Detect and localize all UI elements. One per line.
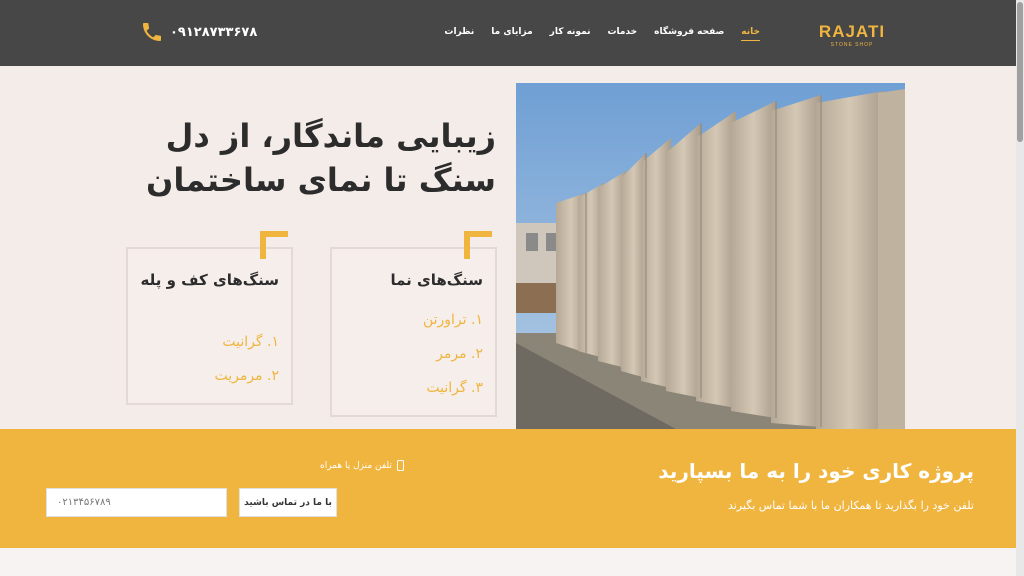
phone-field-label: تلفن منزل یا همراه	[320, 460, 404, 471]
hero-title: زیبایی ماندگار، از دل سنگ تا نمای ساختما…	[146, 117, 496, 199]
logo-main-text: RAJATI	[818, 22, 886, 41]
cta-subtitle: تلفن خود را بگذارید تا همکاران ما با شما…	[727, 499, 974, 512]
nav-item-home[interactable]: خانه	[741, 26, 760, 41]
category-card-facade[interactable]: سنگ‌های نما ۱. تراورتن ۲. مرمر ۳. گرانیت	[330, 231, 497, 417]
list-item[interactable]: ۲. مرمر	[423, 337, 483, 371]
hero-image-stone-slabs	[516, 83, 905, 429]
cta-section: پروژه کاری خود را به ما بسپارید تلفن خود…	[0, 429, 1016, 548]
card-title: سنگ‌های کف و پله	[140, 271, 279, 289]
list-item[interactable]: ۳. گرانیت	[423, 371, 483, 405]
logo[interactable]: RAJATI STONE SHOP	[810, 22, 894, 48]
header-phone[interactable]: ۰۹۱۲۸۷۳۳۶۷۸	[140, 20, 257, 44]
nav-item-advantages[interactable]: مزایای ما	[491, 26, 532, 41]
nav-item-reviews[interactable]: نظرات	[444, 26, 474, 41]
scrollbar[interactable]	[1016, 0, 1024, 576]
nav-item-services[interactable]: خدمات	[607, 26, 637, 41]
mobile-icon	[396, 460, 404, 471]
contact-us-button[interactable]: با ما در تماس باشید	[239, 488, 337, 517]
list-item[interactable]: ۱. تراورتن	[423, 303, 483, 337]
card-list: ۱. گرانیت ۲. مرمریت	[214, 325, 279, 393]
phone-icon	[143, 23, 161, 41]
next-section-strip	[0, 548, 1016, 576]
corner-bracket-icon	[260, 231, 288, 259]
card-title: سنگ‌های نما	[390, 271, 483, 289]
stone-slabs-image	[516, 83, 905, 429]
list-item[interactable]: ۱. گرانیت	[214, 325, 279, 359]
category-card-floor-stairs[interactable]: سنگ‌های کف و پله ۱. گرانیت ۲. مرمریت	[126, 231, 293, 405]
phone-number: ۰۹۱۲۸۷۳۳۶۷۸	[170, 24, 258, 40]
nav-item-portfolio[interactable]: نمونه کار	[550, 26, 591, 41]
logo-sub-text: STONE SHOP	[830, 42, 874, 48]
cta-title: پروژه کاری خود را به ما بسپارید	[658, 459, 974, 483]
phone-input[interactable]	[46, 488, 227, 517]
nav-item-shop[interactable]: صفحه فروشگاه	[654, 26, 724, 41]
phone-field-label-text: تلفن منزل یا همراه	[320, 460, 392, 471]
main-nav: خانه صفحه فروشگاه خدمات نمونه کار مزایای…	[444, 26, 760, 41]
scrollbar-thumb[interactable]	[1017, 2, 1023, 142]
list-item[interactable]: ۲. مرمریت	[214, 359, 279, 393]
corner-bracket-icon	[464, 231, 492, 259]
site-header: RAJATI STONE SHOP خانه صفحه فروشگاه خدما…	[0, 0, 1016, 66]
card-list: ۱. تراورتن ۲. مرمر ۳. گرانیت	[423, 303, 483, 405]
